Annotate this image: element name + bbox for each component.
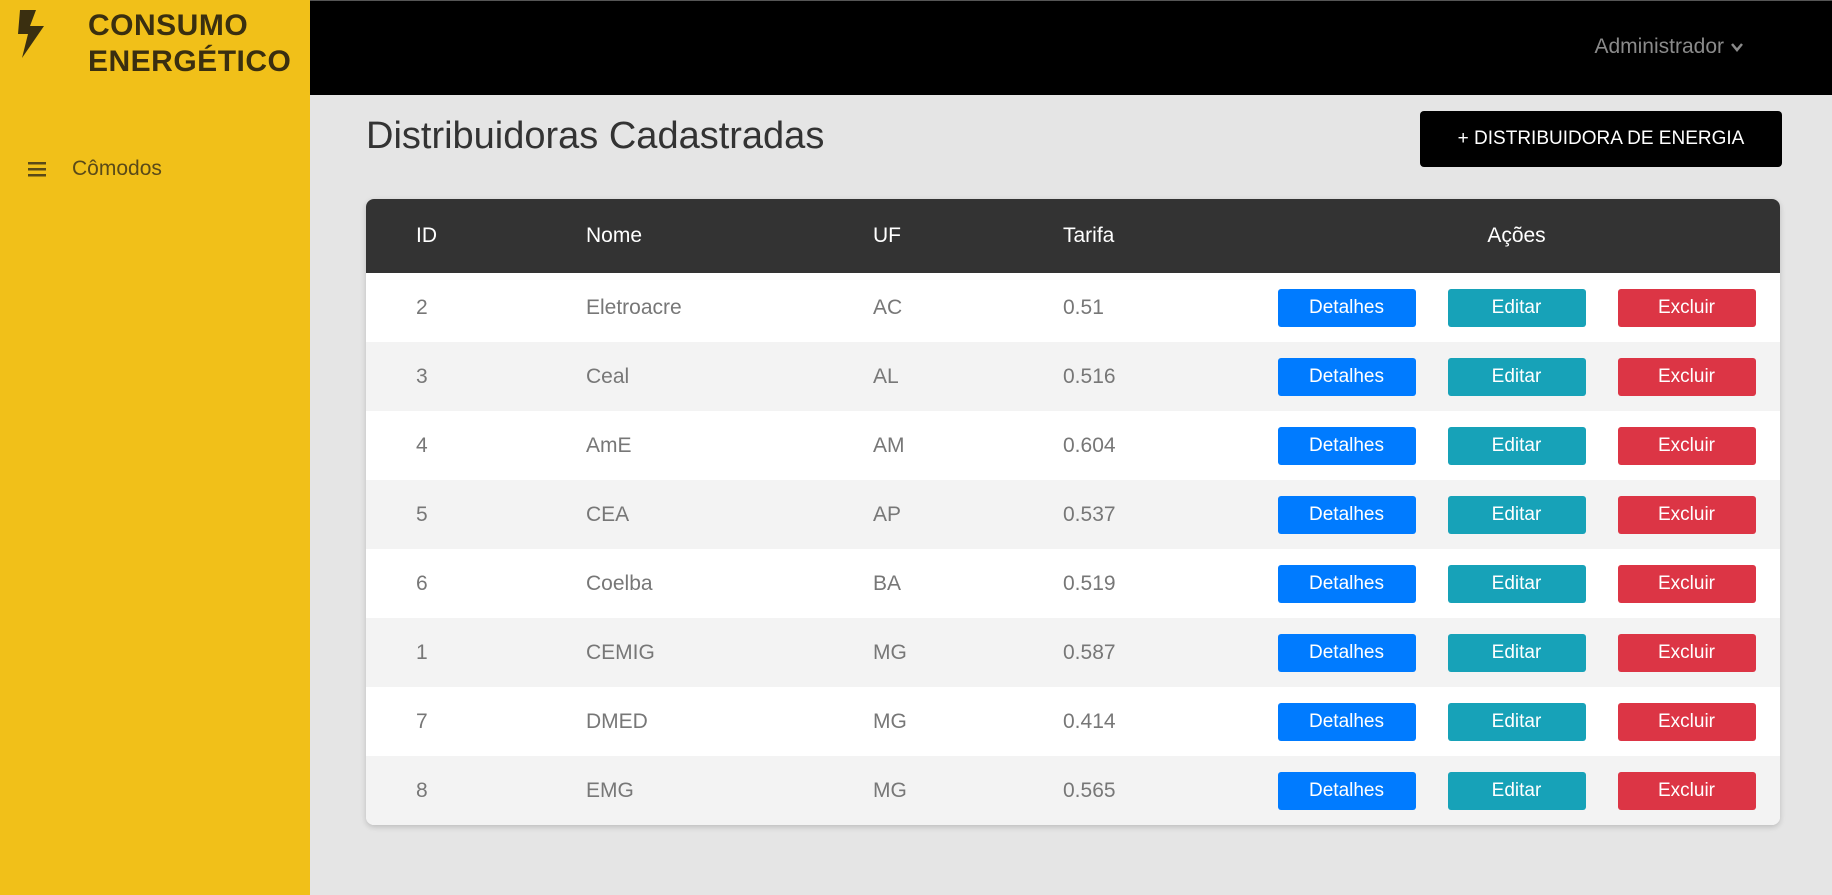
edit-button[interactable]: Editar — [1447, 288, 1586, 327]
cell-id: 2 — [416, 295, 428, 319]
cell-nome: AmE — [586, 433, 632, 457]
cell-tarifa: 0.519 — [1063, 571, 1116, 595]
cell-id: 5 — [416, 502, 428, 526]
user-menu-label: Administrador — [1594, 35, 1724, 58]
cell-nome: Coelba — [586, 571, 653, 595]
lightning-bolt-icon — [18, 10, 44, 58]
table-header-row: ID Nome UF Tarifa Ações — [366, 199, 1780, 273]
details-button[interactable]: Detalhes — [1277, 288, 1416, 327]
details-button[interactable]: Detalhes — [1277, 633, 1416, 672]
delete-button[interactable]: Excluir — [1617, 633, 1756, 672]
edit-button[interactable]: Editar — [1447, 564, 1586, 603]
cell-tarifa: 0.604 — [1063, 433, 1116, 457]
cell-nome: DMED — [586, 709, 648, 733]
delete-button[interactable]: Excluir — [1617, 495, 1756, 534]
delete-button[interactable]: Excluir — [1617, 357, 1756, 396]
cell-uf: AC — [873, 295, 903, 319]
table-row: 7 DMED MG 0.414 Detalhes Editar Excluir — [366, 687, 1780, 756]
table-row: 5 CEA AP 0.537 Detalhes Editar Excluir — [366, 480, 1780, 549]
cell-acoes: Detalhes Editar Excluir — [1253, 273, 1780, 342]
edit-button[interactable]: Editar — [1447, 771, 1586, 810]
delete-button[interactable]: Excluir — [1617, 564, 1756, 603]
main-content: Distribuidoras Cadastradas + DISTRIBUIDO… — [310, 95, 1832, 895]
cell-uf: MG — [873, 778, 907, 802]
cell-acoes: Detalhes Editar Excluir — [1253, 411, 1780, 480]
delete-button[interactable]: Excluir — [1617, 771, 1756, 810]
delete-button[interactable]: Excluir — [1617, 426, 1756, 465]
edit-button[interactable]: Editar — [1447, 633, 1586, 672]
cell-tarifa: 0.51 — [1063, 295, 1104, 319]
cell-uf: BA — [873, 571, 902, 595]
cell-id: 7 — [416, 709, 428, 733]
sidebar-item-label: Cômodos — [72, 157, 162, 180]
table-row: 3 Ceal AL 0.516 Detalhes Editar Excluir — [366, 342, 1780, 411]
table-row: 2 Eletroacre AC 0.51 Detalhes Editar Exclu… — [366, 273, 1780, 342]
chevron-down-icon — [1731, 43, 1743, 52]
delete-button[interactable]: Excluir — [1617, 702, 1756, 741]
cell-tarifa: 0.565 — [1063, 778, 1116, 802]
cell-uf: AM — [873, 433, 905, 457]
user-menu-dropdown[interactable]: Administrador — [1594, 35, 1744, 59]
brand-title: CONSUMO ENERGÉTICO — [88, 8, 291, 80]
brand-title-line1: CONSUMO — [88, 9, 249, 42]
column-header-tarifa: Tarifa — [1063, 224, 1115, 247]
edit-button[interactable]: Editar — [1447, 357, 1586, 396]
distribuidoras-table-card: ID Nome UF Tarifa Ações 2 Eletroacre AC … — [366, 199, 1780, 825]
cell-tarifa: 0.516 — [1063, 364, 1116, 388]
table-row: 6 Coelba BA 0.519 Detalhes Editar Excluir — [366, 549, 1780, 618]
cell-id: 4 — [416, 433, 428, 457]
column-header-uf: UF — [873, 224, 901, 247]
edit-button[interactable]: Editar — [1447, 495, 1586, 534]
sidebar: Cômodos — [0, 95, 310, 895]
cell-nome: EMG — [586, 778, 634, 802]
cell-acoes: Detalhes Editar Excluir — [1253, 756, 1780, 825]
edit-button[interactable]: Editar — [1447, 426, 1586, 465]
page-title: Distribuidoras Cadastradas — [366, 115, 825, 157]
cell-acoes: Detalhes Editar Excluir — [1253, 342, 1780, 411]
details-button[interactable]: Detalhes — [1277, 564, 1416, 603]
details-button[interactable]: Detalhes — [1277, 771, 1416, 810]
top-navbar: Administrador — [310, 0, 1832, 95]
cell-id: 3 — [416, 364, 428, 388]
cell-acoes: Detalhes Editar Excluir — [1253, 687, 1780, 756]
column-header-acoes: Ações — [1487, 224, 1546, 247]
sidebar-item-comodos[interactable]: Cômodos — [28, 157, 162, 181]
cell-id: 8 — [416, 778, 428, 802]
details-button[interactable]: Detalhes — [1277, 702, 1416, 741]
cell-nome: CEMIG — [586, 640, 655, 664]
cell-uf: AL — [873, 364, 899, 388]
details-button[interactable]: Detalhes — [1277, 357, 1416, 396]
cell-tarifa: 0.587 — [1063, 640, 1116, 664]
cell-id: 6 — [416, 571, 428, 595]
add-distribuidora-button[interactable]: + DISTRIBUIDORA DE ENERGIA — [1420, 111, 1782, 167]
column-header-nome: Nome — [586, 224, 643, 247]
cell-tarifa: 0.537 — [1063, 502, 1116, 526]
column-header-id: ID — [416, 224, 437, 247]
edit-button[interactable]: Editar — [1447, 702, 1586, 741]
distribuidoras-table: ID Nome UF Tarifa Ações 2 Eletroacre AC … — [366, 199, 1780, 825]
cell-id: 1 — [416, 640, 428, 664]
cell-uf: MG — [873, 640, 907, 664]
brand-title-line2: ENERGÉTICO — [88, 45, 292, 78]
details-button[interactable]: Detalhes — [1277, 426, 1416, 465]
cell-acoes: Detalhes Editar Excluir — [1253, 480, 1780, 549]
cell-uf: MG — [873, 709, 907, 733]
cell-acoes: Detalhes Editar Excluir — [1253, 549, 1780, 618]
table-row: 8 EMG MG 0.565 Detalhes Editar Excluir — [366, 756, 1780, 825]
brand-logo[interactable]: CONSUMO ENERGÉTICO — [0, 0, 310, 95]
table-row: 1 CEMIG MG 0.587 Detalhes Editar Excluir — [366, 618, 1780, 687]
menu-icon — [28, 162, 46, 177]
cell-tarifa: 0.414 — [1063, 709, 1116, 733]
delete-button[interactable]: Excluir — [1617, 288, 1756, 327]
cell-acoes: Detalhes Editar Excluir — [1253, 618, 1780, 687]
cell-nome: Eletroacre — [586, 295, 682, 319]
cell-nome: CEA — [586, 502, 630, 526]
table-row: 4 AmE AM 0.604 Detalhes Editar Excluir — [366, 411, 1780, 480]
cell-uf: AP — [873, 502, 902, 526]
details-button[interactable]: Detalhes — [1277, 495, 1416, 534]
cell-nome: Ceal — [586, 364, 630, 388]
